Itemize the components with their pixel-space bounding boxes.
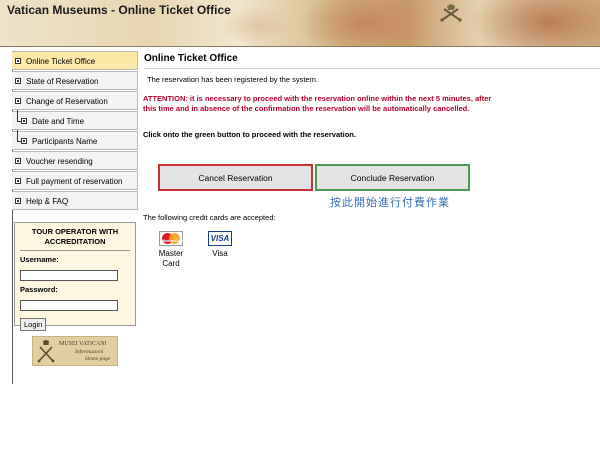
sidebar-item-change-of-reservation[interactable]: Change of Reservation [12,91,138,110]
payment-annotation: 按此開始進行付費作業 [330,197,450,209]
sidebar-item-voucher-resending[interactable]: Voucher resending [12,151,138,170]
password-label: Password: [20,285,58,294]
header-banner: Vatican Museums - Online Ticket Office [0,0,600,46]
sidebar-item-full-payment[interactable]: Full payment of reservation [12,171,138,190]
status-message: The reservation has been registered by t… [147,75,318,84]
sidebar-item-label: Full payment of reservation [26,177,123,186]
musei-vaticani-home-link[interactable]: MUSEI VATICANI Informazioni Home page [32,336,118,366]
cancel-reservation-button[interactable]: Cancel Reservation [158,164,313,191]
attention-warning: ATTENTION: it is necessary to proceed wi… [143,94,492,113]
instruction-text: Click onto the green button to proceed w… [143,130,356,139]
site-title: Vatican Museums - Online Ticket Office [7,3,231,17]
username-label: Username: [20,255,59,264]
bullet-icon [15,178,21,184]
papal-crest-icon [440,4,462,22]
card-label: Master [158,249,184,258]
header-divider [0,46,600,47]
mastercard-option: MasterCard Master Card [154,231,188,269]
logo-subtext: Informazioni [75,349,104,355]
tour-operator-login: TOUR OPERATOR WITH ACCREDITATION Usernam… [14,222,136,331]
sidebar-item-date-and-time[interactable]: Date and Time [12,110,138,130]
bullet-icon [21,118,27,124]
sidebar-item-label: Date and Time [32,117,85,126]
fresco-decoration [300,0,430,46]
fresco-decoration [470,0,600,46]
logo-text: MUSEI VATICANI [59,341,107,347]
bullet-icon [15,78,21,84]
card-label: Card [162,259,180,268]
title-divider [144,68,600,69]
sidebar-item-label: Online Ticket Office [26,57,96,66]
visa-option: VISA Visa [205,231,235,259]
sidebar-item-label: Participants Name [32,137,98,146]
sidebar-item-state-of-reservation[interactable]: State of Reservation [12,71,138,90]
login-heading: TOUR OPERATOR WITH ACCREDITATION [31,227,119,246]
password-input[interactable] [20,300,118,311]
card-label: Visa [212,249,228,258]
sidebar-nav: Online Ticket Office State of Reservatio… [12,51,138,211]
bullet-icon [15,98,21,104]
divider [20,250,130,251]
username-input[interactable] [20,270,118,281]
bullet-icon [21,138,27,144]
sidebar-item-label: Change of Reservation [26,97,108,106]
crossed-keys-icon [37,340,55,363]
login-button[interactable]: Login [20,318,47,331]
mastercard-icon: MasterCard [159,231,184,246]
page-title: Online Ticket Office [144,53,238,64]
visa-icon: VISA [208,231,232,246]
sidebar-item-participants-name[interactable]: Participants Name [12,130,138,150]
sidebar-item-help-faq[interactable]: Help & FAQ [12,191,138,210]
sidebar-item-label: State of Reservation [26,77,99,86]
logo-subtext: Home page [85,356,111,362]
sidebar-item-label: Help & FAQ [26,197,69,206]
conclude-reservation-button[interactable]: Conclude Reservation [315,164,470,191]
sidebar-item-online-ticket-office[interactable]: Online Ticket Office [12,51,138,70]
cards-accepted-text: The following credit cards are accepted: [143,213,276,222]
sidebar-item-label: Voucher resending [26,157,93,166]
bullet-icon [15,58,21,64]
fresco-decoration [220,6,300,46]
bullet-icon [15,158,21,164]
bullet-icon [15,198,21,204]
